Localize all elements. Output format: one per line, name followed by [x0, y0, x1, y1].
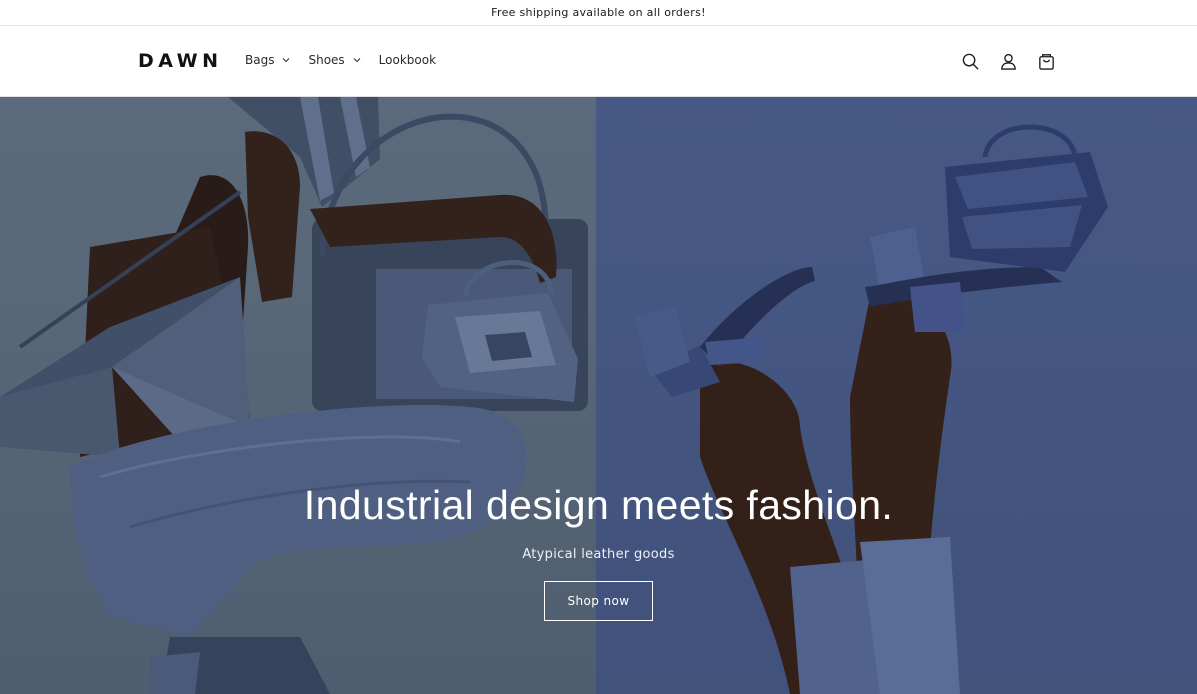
storefront-page: Free shipping available on all orders! D…	[0, 0, 1197, 694]
chevron-down-icon	[353, 58, 361, 63]
main-nav: Bags Shoes Lookbook	[245, 53, 453, 67]
hero-content: Industrial design meets fashion. Atypica…	[0, 482, 1197, 621]
nav-item-shoes[interactable]: Shoes	[308, 53, 361, 67]
nav-item-label: Lookbook	[378, 53, 437, 67]
hero-banner: Industrial design meets fashion. Atypica…	[0, 97, 1197, 694]
announcement-bar: Free shipping available on all orders!	[0, 0, 1197, 26]
store-logo[interactable]: DAWN	[138, 50, 222, 72]
shop-now-button[interactable]: Shop now	[544, 581, 653, 621]
account-icon[interactable]	[998, 51, 1018, 71]
header-actions	[960, 51, 1056, 71]
announcement-text: Free shipping available on all orders!	[491, 6, 706, 19]
cart-icon[interactable]	[1036, 51, 1056, 71]
search-icon[interactable]	[960, 51, 980, 71]
nav-item-label: Shoes	[308, 53, 345, 67]
site-header: DAWN Bags Shoes Lookbook	[0, 26, 1197, 97]
nav-item-lookbook[interactable]: Lookbook	[379, 53, 436, 67]
hero-subtitle: Atypical leather goods	[522, 547, 675, 562]
chevron-down-icon	[283, 58, 290, 63]
hero-title: Industrial design meets fashion.	[303, 482, 894, 528]
nav-item-bags[interactable]: Bags	[245, 53, 291, 67]
nav-item-label: Bags	[245, 53, 275, 67]
